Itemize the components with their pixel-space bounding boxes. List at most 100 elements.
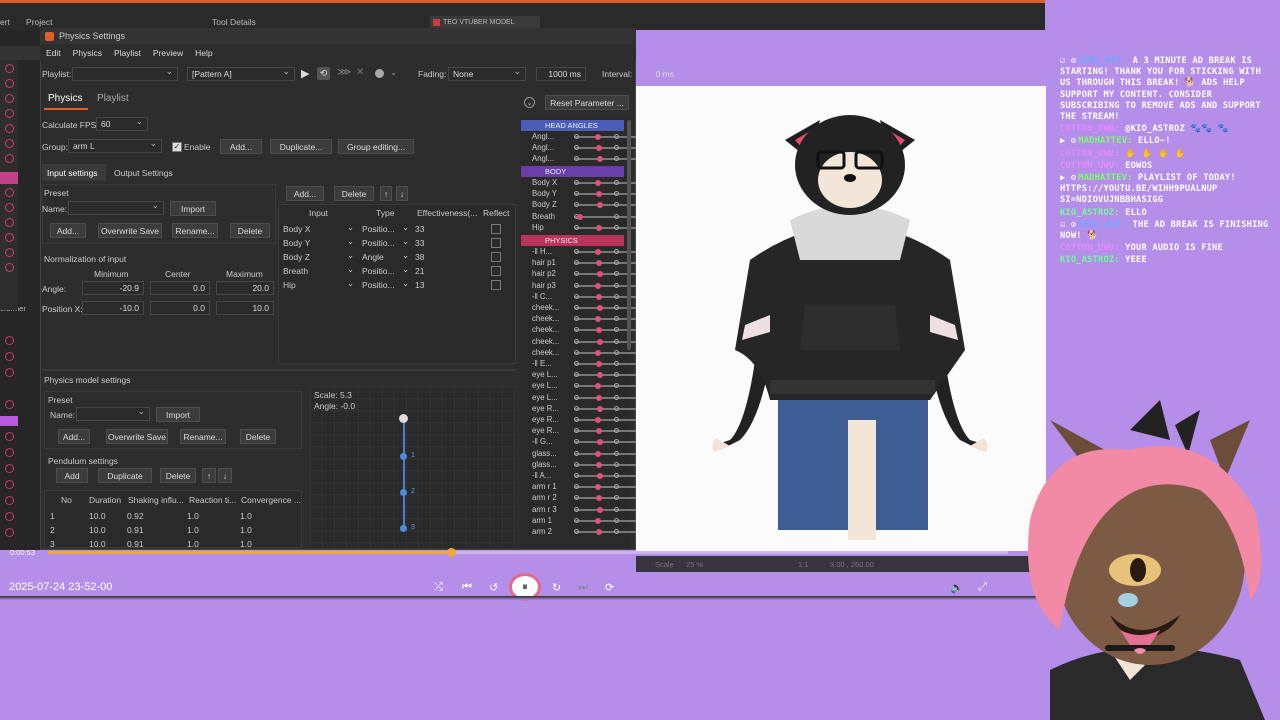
table-row[interactable]: Breath ⌄ Positio... ⌄ 21 [280,264,514,278]
pendulum-up-button[interactable]: ↑ [202,468,216,483]
gutter-eye-icon[interactable] [5,528,14,537]
top-tab-project[interactable]: Project [26,17,52,27]
row-reflect-checkbox[interactable] [491,266,501,276]
parameter-min-handle[interactable] [574,439,579,445]
row-input-dropdown-icon[interactable]: ⌄ [347,264,354,275]
record-dropdown-icon[interactable]: ⌄ [390,67,397,78]
model-tab-close-icon[interactable] [433,18,440,26]
gutter-eye-icon[interactable] [5,464,14,473]
gutter-eye-icon[interactable] [5,336,14,345]
parameter-slider-track[interactable] [575,351,641,354]
parameter-max-handle[interactable] [614,271,619,277]
menu-help[interactable]: Help [195,48,212,58]
row-reflect-checkbox[interactable] [491,238,501,248]
parameter-min-handle[interactable] [574,383,579,389]
parameter-slider-track[interactable] [575,158,641,161]
parameter-max-handle[interactable] [614,316,619,322]
shuffle-icon[interactable]: ⤮ [434,581,443,594]
parameter-slider-track[interactable] [575,136,641,138]
parameter-slider-knob[interactable] [596,224,602,231]
rewind-icon[interactable]: ↺ [489,581,498,594]
parameter-slider-track[interactable] [575,531,641,533]
parameter-max-handle[interactable] [614,383,619,389]
parameter-min-handle[interactable] [574,517,579,523]
input-delete-button[interactable]: Delete [334,186,374,201]
parameter-max-handle[interactable] [614,450,619,456]
model-delete-button[interactable]: Delete [240,429,276,444]
section-body[interactable]: BODY [521,166,624,177]
parameter-slider-knob[interactable] [595,517,601,524]
input-up-button[interactable]: ↑ [380,186,392,201]
parameter-slider-knob[interactable] [595,417,601,423]
parameter-slider-knob[interactable] [596,394,602,401]
chat-username[interactable]: MADHATTEV: [1078,173,1132,183]
row-type-dropdown-icon[interactable]: ⌄ [402,236,409,247]
parameter-row[interactable]: hair p1 [522,257,641,268]
parameter-slider-knob[interactable] [597,372,603,379]
row-type-dropdown-icon[interactable]: ⌄ [402,278,409,289]
parameter-max-handle[interactable] [614,484,619,490]
parameter-min-handle[interactable] [574,529,579,534]
repeat-icon[interactable]: ⟳ [605,581,614,594]
parameter-min-handle[interactable] [574,372,579,378]
parameter-slider-track[interactable] [575,463,641,466]
parameter-slider-knob[interactable] [597,506,603,513]
parameter-max-handle[interactable] [614,349,619,355]
parameter-slider-track[interactable] [575,385,641,388]
fullscreen-icon[interactable]: ⤢ [978,581,987,594]
group-add-button[interactable]: Add... [220,139,262,154]
parameter-slider-track[interactable] [575,318,641,321]
parameter-row[interactable]: eye L... [522,380,641,391]
forward-icon[interactable]: ↻ [552,581,561,594]
parameter-slider-knob[interactable] [595,484,601,491]
parameter-slider-knob[interactable] [595,180,601,186]
fade-ms-input[interactable]: 1000 ms [536,67,586,81]
parameter-min-handle[interactable] [574,316,579,322]
parameter-max-handle[interactable] [614,372,619,378]
parameter-slider-track[interactable] [575,193,641,196]
parameter-slider-knob[interactable] [597,439,603,446]
top-tab-tool-details[interactable]: Tool Details [212,17,256,27]
parameter-row[interactable]: eye L... [522,392,641,403]
table-row[interactable]: Hip ⌄ Positio... ⌄ 13 [280,278,514,292]
interval-input[interactable]: 0 ms [636,67,678,81]
parameter-slider-track[interactable] [575,374,641,377]
preset-delete-button[interactable]: Delete [230,223,270,238]
gutter-eye-icon[interactable] [5,448,14,457]
parameter-slider-knob[interactable] [595,450,601,457]
parameter-min-handle[interactable] [574,156,579,162]
table-row[interactable]: 1 10.0 0.92 1.0 1.0 [46,509,300,522]
gutter-eye-icon[interactable] [5,496,14,505]
parameter-max-handle[interactable] [614,180,619,185]
parameter-slider-track[interactable] [575,363,641,365]
parameter-max-handle[interactable] [614,249,619,254]
menu-playlist[interactable]: Playlist [114,48,141,58]
parameter-row[interactable]: eye R... [522,414,641,425]
parameter-min-handle[interactable] [574,327,579,333]
skip-icon[interactable]: ⋙ [337,67,351,78]
parameter-row[interactable]: -‖ C... [522,291,641,302]
model-add-button[interactable]: Add... [58,429,90,444]
parameter-slider-knob[interactable] [595,282,601,289]
parameter-row[interactable]: cheek... [522,313,641,324]
chat-username[interactable]: SERV_BOT: [1078,220,1127,230]
gutter-eye-icon[interactable] [5,480,14,489]
parameter-max-handle[interactable] [614,506,619,512]
model-tab[interactable]: TEO VTUBER MODEL [430,16,540,28]
parameter-slider-knob[interactable] [596,191,602,198]
parameter-max-handle[interactable] [614,305,619,310]
gutter-eye-icon[interactable] [5,352,14,361]
parameter-row[interactable]: cheek... [522,336,641,347]
parameter-slider-knob[interactable] [596,529,602,535]
posx-max-input[interactable]: 10.0 [216,301,274,315]
chat-username[interactable]: SERV_BOT: [1078,56,1127,66]
parameter-min-handle[interactable] [574,145,579,151]
pendulum-add-button[interactable]: Add [56,468,88,483]
parameter-slider-track[interactable] [575,273,641,276]
parameter-min-handle[interactable] [574,394,579,400]
parameter-max-handle[interactable] [614,145,619,151]
group-editing-button[interactable]: Group editing... [338,139,414,154]
reset-parameter-button[interactable]: Reset Parameter ... [545,95,629,110]
parameter-slider-knob[interactable] [596,361,602,367]
parameter-slider-track[interactable] [575,419,641,421]
